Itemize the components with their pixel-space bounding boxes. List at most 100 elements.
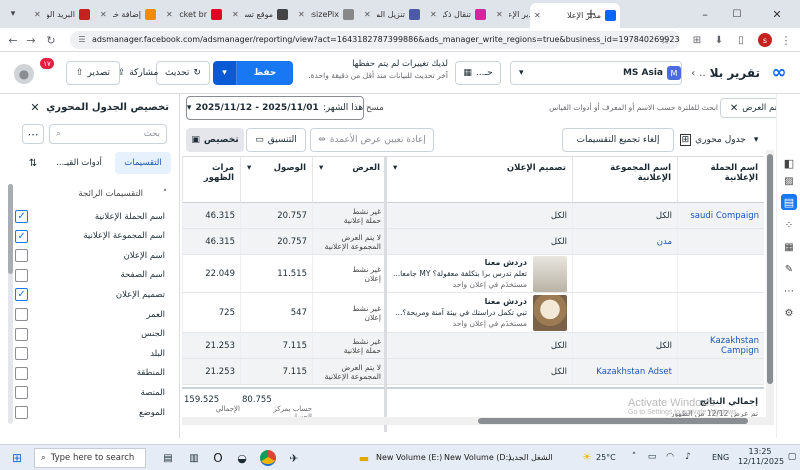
taskbar-search[interactable]: ⌕ Type here to search <box>34 448 146 468</box>
files-icon[interactable]: ◒ <box>234 450 250 466</box>
scrollbar-thumb[interactable] <box>767 154 773 384</box>
campaign-link[interactable]: saudi Compaign <box>690 211 759 221</box>
taskbar-item-volume-d[interactable]: New Volume (D:) <box>444 453 511 462</box>
checkbox[interactable] <box>15 268 28 282</box>
close-window-button[interactable]: ✕ <box>760 4 794 24</box>
campaign-link[interactable]: Kazakhstan Campign <box>683 336 759 356</box>
pivot-dropdown[interactable]: ▾ جدول محوري ⊞ <box>676 128 762 152</box>
header-reach[interactable]: الوصول ▾ <box>240 157 312 203</box>
forward-icon[interactable]: → <box>24 33 38 47</box>
browser-tab[interactable]: إضافة خدمة ✕ <box>96 4 160 24</box>
clear-filters-link[interactable]: مسح <box>366 103 384 113</box>
account-selector[interactable]: M MS Asia ▾ <box>510 61 682 85</box>
chrome-icon[interactable] <box>260 450 276 466</box>
breakdown-option[interactable]: البلد <box>15 347 165 361</box>
document-icon[interactable]: ▤ <box>781 194 797 210</box>
panel-search-input[interactable]: بحث ⌕ <box>49 124 167 144</box>
taskbar-item-volume-e[interactable]: New Volume (E:) <box>376 453 442 462</box>
pen-icon[interactable]: ✎ <box>782 262 796 276</box>
breakdown-option[interactable]: اسم الإعلان <box>15 249 165 263</box>
table-icon[interactable]: ▦ <box>782 240 796 254</box>
sort-icon[interactable]: ▾ <box>393 163 397 173</box>
checkbox[interactable] <box>15 386 28 400</box>
tab-close-icon[interactable]: ✕ <box>364 10 371 19</box>
table-row[interactable]: saudi Compaign الكل الكل غير نشط حملة إعل… <box>182 203 764 229</box>
checkbox[interactable]: ✓ <box>15 210 28 223</box>
notification-badge[interactable]: ١٧ <box>40 58 54 69</box>
tab-breakdowns[interactable]: التقسيمات <box>115 152 171 174</box>
tab-close-icon[interactable]: ✕ <box>34 10 41 19</box>
browser-tab[interactable]: مدير الإعلا✕ <box>530 3 620 28</box>
close-panel-icon[interactable]: ✕ <box>28 100 42 114</box>
share-button[interactable]: مشاركة ⇪ <box>118 61 158 85</box>
sidepanel-icon[interactable]: ▯ <box>734 33 748 47</box>
customize-button[interactable]: تخصيص ▣ <box>186 128 244 152</box>
photos-icon[interactable]: ✈ <box>286 450 302 466</box>
browser-tab[interactable]: تنزيل الملـ ✕ <box>360 4 424 24</box>
checkbox[interactable] <box>15 347 28 361</box>
refresh-button[interactable]: ↻ تحديث <box>156 61 210 85</box>
profile-avatar[interactable]: s <box>758 33 772 47</box>
url-field[interactable]: ☰ adsmanager.facebook.com/adsmanager/rep… <box>70 31 680 49</box>
checkbox[interactable] <box>15 366 28 380</box>
reload-icon[interactable]: ↻ <box>44 33 58 47</box>
checkbox[interactable]: ✓ <box>15 288 28 302</box>
download-icon[interactable]: ⬇ <box>712 33 726 47</box>
checkbox[interactable] <box>15 308 28 321</box>
image-icon[interactable]: ▨ <box>782 174 796 188</box>
table-row[interactable]: Kazakhstan Campign الكل الكل غير نشط حملة… <box>182 333 764 359</box>
browser-tab[interactable]: Rocket br ✕ <box>162 4 226 24</box>
tab-close-icon[interactable]: ✕ <box>534 11 541 20</box>
star-icon[interactable]: ☆ <box>658 33 672 47</box>
header-campaign-name[interactable]: اسم الحملة الإعلانية <box>677 157 764 203</box>
adset-link[interactable]: مدن <box>657 237 672 247</box>
ad-thumbnail[interactable] <box>533 255 567 292</box>
tab-metrics[interactable]: أدوات القيـ... <box>49 152 109 174</box>
tray-arrow-icon[interactable]: ˄ <box>628 451 640 463</box>
sort-icon[interactable]: ▾ <box>247 163 251 173</box>
volume-icon[interactable]: ♪ <box>682 451 694 463</box>
checkbox[interactable] <box>15 327 28 341</box>
extensions-icon[interactable]: ⊞ <box>690 33 704 47</box>
more-icon[interactable]: ⋯ <box>782 284 796 298</box>
wifi-icon[interactable]: ◠ <box>664 451 676 463</box>
header-ad-design[interactable]: تصميم الإعلان ▾ <box>386 157 572 203</box>
breakdown-option[interactable]: الموضع <box>15 406 165 419</box>
breakdown-option[interactable]: المنصة <box>15 386 165 400</box>
sort-icon[interactable]: ▾ <box>319 163 323 173</box>
remove-grouping-button[interactable]: إلغاء تجميع التقسيمات <box>562 128 674 152</box>
breakdown-option[interactable]: تصميم الإعلان ✓ <box>15 288 165 302</box>
network-icon[interactable]: ▭ <box>646 451 658 463</box>
vertical-scrollbar[interactable] <box>766 150 774 425</box>
table-row[interactable]: دردش معنا تعلم تدرس برا بتكلفة معقولة؟ M… <box>182 255 764 293</box>
header-adset-name[interactable]: اسم المجموعة الإعلانية <box>572 157 677 203</box>
chevron-up-icon[interactable]: ˄ <box>159 188 171 200</box>
table-row[interactable]: مدن الكل لا يتم العرض المجموعة الإعلانية … <box>182 229 764 255</box>
filter-search-input[interactable]: ابحث للفلترة حسب الاسم أو المعرف أو أدوا… <box>394 99 718 117</box>
tab-close-icon[interactable]: ✕ <box>430 10 437 19</box>
browser-tab[interactable]: موقع تسـ ✕ <box>228 4 292 24</box>
panel-more-button[interactable]: ⋯ <box>22 124 44 144</box>
breakdown-option[interactable]: العمر <box>15 308 165 321</box>
format-button[interactable]: التنسيق ▭ <box>246 128 306 152</box>
explorer-icon[interactable]: ▬ <box>356 450 372 466</box>
back-icon[interactable]: ← <box>6 33 20 47</box>
browser-tab[interactable]: تنقال ذكية ✕ <box>426 4 490 24</box>
sort-options-icon[interactable]: ⇅ <box>26 156 40 170</box>
collapse-icon[interactable]: ◧ <box>782 156 796 170</box>
ad-thumbnail[interactable] <box>533 294 567 331</box>
clock[interactable]: 13:25 12/11/2025 <box>738 447 784 467</box>
temperature[interactable]: 25°C <box>596 453 616 462</box>
adset-link[interactable]: Kazakhstan Adset <box>596 367 672 377</box>
notifications-icon[interactable]: ▢ <box>786 451 798 463</box>
filter-chip[interactable]: تم العرض ✕ <box>720 98 782 118</box>
save-button[interactable]: حفظ <box>237 61 293 85</box>
tab-close-icon[interactable]: ✕ <box>232 10 239 19</box>
close-icon[interactable]: ✕ <box>730 103 738 114</box>
tab-search-icon[interactable]: ▾ <box>6 7 20 21</box>
user-avatar[interactable]: ● <box>14 64 34 84</box>
language-indicator[interactable]: ENG <box>712 453 729 462</box>
opera-icon[interactable]: O <box>210 450 226 466</box>
table-row[interactable]: دردش معنا تبي تكمل دراستك في بيئة آمنة و… <box>182 293 764 333</box>
breakdown-option[interactable]: اسم الصفحة <box>15 268 165 282</box>
